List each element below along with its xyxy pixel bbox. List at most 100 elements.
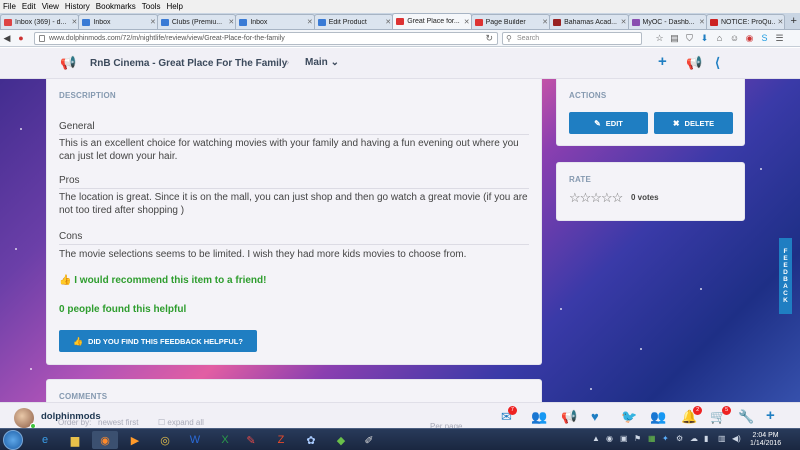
group-icon[interactable]: 👥 (650, 409, 666, 425)
search-bar[interactable]: ⚲ Search (502, 32, 642, 45)
pencil-icon: ✎ (594, 118, 601, 128)
feedback-tab[interactable]: FEEDBACK (779, 238, 792, 314)
word-icon[interactable]: W (182, 431, 208, 449)
firefox-icon[interactable]: ◉ (92, 431, 118, 449)
taskbar-clock[interactable]: 2:04 PM 1/14/2016 (750, 432, 781, 448)
browser-tab[interactable]: MyOC - Dashb... ✕ (627, 14, 707, 29)
new-tab-button[interactable]: + (787, 14, 800, 29)
reload-icon[interactable]: ↻ (485, 33, 493, 44)
wrench-icon[interactable]: 🔧 (738, 409, 754, 425)
main-menu-dropdown[interactable]: Main ⌄ (305, 57, 339, 68)
tray-icon[interactable]: ⚙ (676, 434, 683, 443)
tab-close-icon[interactable]: ✕ (384, 18, 392, 26)
tray-icon[interactable]: ☁ (690, 434, 698, 443)
back-button[interactable]: ◀ (0, 32, 14, 45)
browser-tab-active[interactable]: Great Place for... ✕ (392, 13, 472, 29)
ie-icon[interactable]: e (32, 431, 58, 449)
tool-icon[interactable]: ✐ (356, 431, 382, 449)
tab-title: MyOC - Dashb... (642, 18, 695, 26)
menu-history[interactable]: History (65, 2, 90, 11)
url-text: www.dolphinmods.com/72/m/nightlife/revie… (49, 35, 285, 42)
start-button[interactable] (3, 430, 23, 450)
recommend-label: I would recommend this item to a friend! (74, 275, 267, 286)
tab-favicon-icon (160, 18, 169, 26)
helpful-button[interactable]: 👍 DID YOU FIND THIS FEEDBACK HELPFUL? (59, 330, 257, 352)
hamburger-menu-icon[interactable]: ☰ (772, 32, 787, 45)
browser-tab[interactable]: Bahamas Acad... ✕ (549, 14, 629, 29)
home-icon[interactable]: ⌂ (712, 32, 727, 45)
tab-close-icon[interactable]: ✕ (227, 18, 235, 26)
tab-favicon-icon (396, 18, 405, 25)
menu-edit[interactable]: Edit (22, 2, 36, 11)
tab-close-icon[interactable]: ✕ (70, 18, 78, 26)
cart-icon[interactable]: 🛒 5 (710, 406, 732, 425)
rating-stars[interactable]: ☆☆☆☆☆ (569, 190, 623, 206)
browser-tab[interactable]: Edit Product ✕ (313, 14, 394, 29)
sort-select[interactable]: newest first (98, 418, 138, 427)
browser-tab[interactable]: Clubs (Premiu... ✕ (156, 14, 237, 29)
menu-bookmarks[interactable]: Bookmarks (96, 2, 136, 11)
tab-close-icon[interactable]: ✕ (463, 18, 471, 26)
page-content: 📢 RnB Cinema - Great Place For The Famil… (0, 48, 800, 428)
tray-icon[interactable]: ▣ (620, 434, 628, 443)
tray-icon[interactable]: ✦ (662, 434, 669, 443)
skype-icon[interactable]: S (757, 32, 772, 45)
description-heading: DESCRIPTION (59, 91, 116, 100)
frog-icon[interactable]: ◆ (328, 431, 354, 449)
tab-close-icon[interactable]: ✕ (541, 18, 549, 26)
add-icon[interactable]: + (658, 53, 667, 70)
menu-bar: File Edit View History Bookmarks Tools H… (0, 0, 800, 13)
add-icon[interactable]: + (766, 407, 775, 424)
menu-file[interactable]: File (3, 2, 16, 11)
browser-tab[interactable]: Inbox ✕ (235, 14, 315, 29)
addon-icon[interactable]: ☺ (727, 32, 742, 45)
twitter-icon[interactable]: 🐦 (621, 409, 637, 425)
edit-button[interactable]: ✎ EDIT (569, 112, 648, 134)
tab-favicon-icon (317, 18, 326, 26)
excel-icon[interactable]: X (212, 431, 238, 449)
mail-icon[interactable]: ✉ 7 (501, 406, 517, 425)
identity-icon[interactable]: ● (14, 32, 28, 45)
tray-icon[interactable]: ▮ (704, 434, 708, 443)
media-player-icon[interactable]: ▶ (122, 431, 148, 449)
bookmark-star-icon[interactable]: ☆ (652, 32, 667, 45)
megaphone-icon[interactable]: 📢 (561, 409, 577, 425)
chrome-icon[interactable]: ◎ (152, 431, 178, 449)
filezilla-icon[interactable]: Z (268, 431, 294, 449)
volume-icon[interactable]: ◀) (732, 434, 741, 443)
tray-up-icon[interactable]: ▲ (592, 434, 600, 443)
bell-icon[interactable]: 🔔 2 (681, 406, 703, 425)
tray-icon[interactable]: ▦ (648, 434, 656, 443)
browser-tab[interactable]: Page Builder ✕ (470, 14, 551, 29)
pocket-icon[interactable]: ◉ (742, 32, 757, 45)
browser-tab[interactable]: NOTICE: ProQu... ✕ (705, 14, 786, 29)
share-icon[interactable]: ⟨ (715, 55, 720, 71)
url-bar[interactable]: www.dolphinmods.com/72/m/nightlife/revie… (34, 32, 498, 45)
delete-button[interactable]: ✖ DELETE (654, 112, 733, 134)
network-icon[interactable]: ▥ (718, 434, 726, 443)
tray-icon[interactable]: ⚑ (634, 434, 641, 443)
tab-close-icon[interactable]: ✕ (620, 18, 628, 26)
tab-title: Edit Product (328, 18, 367, 26)
folder-icon[interactable]: ▆ (62, 431, 88, 449)
tray-icon[interactable]: ◉ (606, 434, 613, 443)
browser-tab[interactable]: Inbox (369) - d... ✕ (0, 14, 80, 29)
users-icon[interactable]: 👥 (531, 409, 547, 425)
download-icon[interactable]: ⬇ (697, 32, 712, 45)
tab-close-icon[interactable]: ✕ (776, 18, 784, 26)
shield-icon[interactable]: ⛉ (682, 32, 697, 45)
paint-icon[interactable]: ✎ (238, 431, 264, 449)
tab-close-icon[interactable]: ✕ (149, 18, 157, 26)
menu-help[interactable]: Help (166, 2, 182, 11)
browser-tab[interactable]: Inbox ✕ (78, 14, 158, 29)
tab-close-icon[interactable]: ✕ (306, 18, 314, 26)
expand-all-checkbox[interactable]: ☐ expand all (158, 418, 204, 427)
menu-view[interactable]: View (42, 2, 59, 11)
app-icon[interactable]: ✿ (298, 431, 324, 449)
heart-icon[interactable]: ♥ (591, 409, 599, 424)
menu-tools[interactable]: Tools (142, 2, 161, 11)
username[interactable]: dolphinmods (41, 411, 101, 422)
megaphone-icon[interactable]: 📢 (686, 55, 702, 71)
tab-close-icon[interactable]: ✕ (698, 18, 706, 26)
reading-list-icon[interactable]: ▤ (667, 32, 682, 45)
